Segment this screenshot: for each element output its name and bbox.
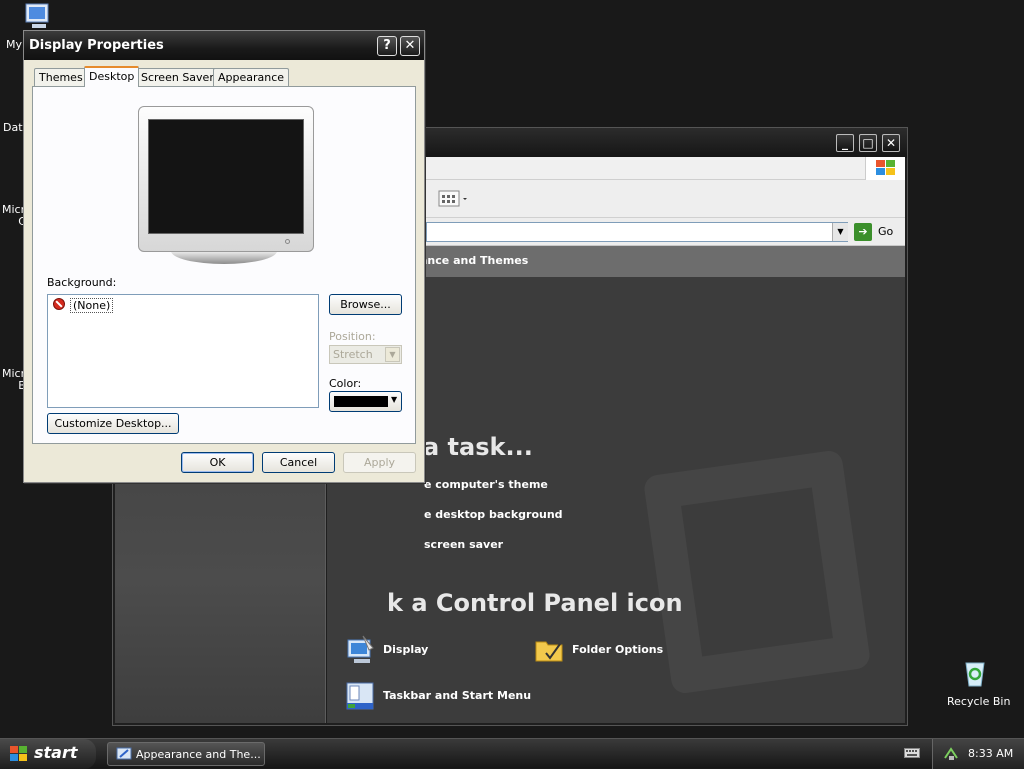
tab-screen-saver[interactable]: Screen Saver: [136, 68, 219, 86]
network-icon[interactable]: [943, 746, 959, 762]
monitor-power-led: [285, 239, 290, 244]
control-panel-icon: [116, 747, 132, 760]
color-swatch: [334, 396, 388, 407]
dialog-title: Display Properties: [29, 38, 164, 53]
toolbar: [426, 180, 905, 218]
views-icon: [438, 190, 467, 207]
address-input[interactable]: ▼: [426, 222, 848, 242]
desktop-icon-label: Dat: [3, 121, 23, 134]
desktop-tab-panel: Background: (None) Browse... Position: S…: [32, 86, 416, 444]
start-label: start: [34, 743, 78, 762]
display-applet[interactable]: Display: [345, 634, 475, 666]
folder-options-applet[interactable]: Folder Options: [534, 634, 684, 666]
browse-button[interactable]: Browse...: [329, 294, 402, 315]
pick-task-heading: a task...: [423, 433, 533, 461]
tab-appearance[interactable]: Appearance: [213, 68, 290, 86]
background-list[interactable]: (None): [47, 294, 319, 408]
task-link-theme[interactable]: e computer's theme: [424, 478, 548, 491]
chevron-down-icon: ▼: [391, 395, 398, 404]
monitor-stand: [171, 251, 277, 264]
pick-icon-heading: k a Control Panel icon: [387, 589, 683, 617]
tab-themes[interactable]: Themes: [34, 68, 88, 86]
minimize-button[interactable]: _: [836, 134, 854, 152]
taskbar-start-menu-label: Taskbar and Start Menu: [383, 689, 532, 702]
taskbar-button-label: Appearance and The...: [136, 748, 261, 761]
go-label: Go: [878, 225, 894, 238]
views-button[interactable]: [438, 189, 468, 209]
my-computer-icon: [25, 3, 49, 28]
start-button[interactable]: start: [0, 739, 96, 769]
close-button[interactable]: ✕: [400, 36, 420, 56]
clock[interactable]: 8:33 AM: [968, 747, 1013, 760]
display-label: Display: [383, 643, 429, 656]
microsoft-desktop-icon-1[interactable]: Micro C: [0, 198, 32, 230]
ok-button[interactable]: OK: [181, 452, 254, 473]
background-label: Background:: [47, 276, 117, 289]
address-bar: ▼ ➔ Go: [426, 218, 905, 246]
monitor-screen-preview: [148, 119, 304, 234]
monitor-preview: [138, 106, 314, 266]
no-entry-icon: [53, 298, 65, 310]
windows-flag-icon: [865, 157, 905, 180]
position-select[interactable]: Stretch ▼: [329, 345, 402, 364]
windows-flag-icon: [10, 746, 27, 761]
task-link-screensaver[interactable]: screen saver: [424, 538, 503, 551]
recycle-bin-desktop-icon[interactable]: Recycle Bin: [940, 654, 1010, 710]
taskbar-start-menu-icon: [346, 682, 374, 710]
menu-bar: [426, 157, 905, 180]
display-properties-dialog[interactable]: Display Properties ? ✕ Themes Desktop Sc…: [23, 30, 425, 483]
display-icon: [347, 635, 374, 663]
color-picker-button[interactable]: ▼: [329, 391, 402, 412]
folder-options-label: Folder Options: [572, 643, 664, 656]
apply-button[interactable]: Apply: [343, 452, 416, 473]
dialog-titlebar[interactable]: Display Properties ? ✕: [24, 31, 424, 60]
cancel-button[interactable]: Cancel: [262, 452, 335, 473]
keyboard-icon[interactable]: [904, 747, 920, 759]
microsoft-desktop-icon-2[interactable]: Micro B: [0, 362, 32, 394]
go-button[interactable]: ➔ Go: [854, 222, 914, 242]
color-label: Color:: [329, 377, 362, 390]
taskbar-button-control-panel[interactable]: Appearance and The...: [107, 742, 265, 766]
system-tray: 8:33 AM: [932, 739, 1024, 769]
position-label: Position:: [329, 330, 376, 343]
help-button[interactable]: ?: [377, 36, 397, 56]
data-desktop-icon[interactable]: Dat: [0, 115, 24, 135]
tab-desktop[interactable]: Desktop: [84, 66, 140, 87]
customize-desktop-button[interactable]: Customize Desktop...: [47, 413, 179, 434]
task-link-background[interactable]: e desktop background: [424, 508, 563, 521]
monitor-bezel: [138, 106, 314, 252]
go-arrow-icon: ➔: [854, 223, 872, 241]
taskbar: start Appearance and The... 8:33 AM: [0, 738, 1024, 769]
desktop-icon-label: Recycle Bin: [947, 695, 1011, 708]
close-button[interactable]: ✕: [882, 134, 900, 152]
position-value: Stretch: [333, 348, 373, 361]
desktop-icon-label: My: [6, 38, 23, 51]
category-title: ance and Themes: [420, 254, 529, 267]
taskbar-start-menu-applet[interactable]: Taskbar and Start Menu: [345, 680, 545, 712]
chevron-down-icon[interactable]: ▼: [832, 223, 848, 241]
recycle-bin-icon: [965, 662, 985, 687]
maximize-button[interactable]: □: [859, 134, 877, 152]
folder-options-icon: [535, 641, 563, 662]
list-item-label: (None): [70, 298, 114, 313]
chevron-down-icon: ▼: [385, 347, 400, 362]
